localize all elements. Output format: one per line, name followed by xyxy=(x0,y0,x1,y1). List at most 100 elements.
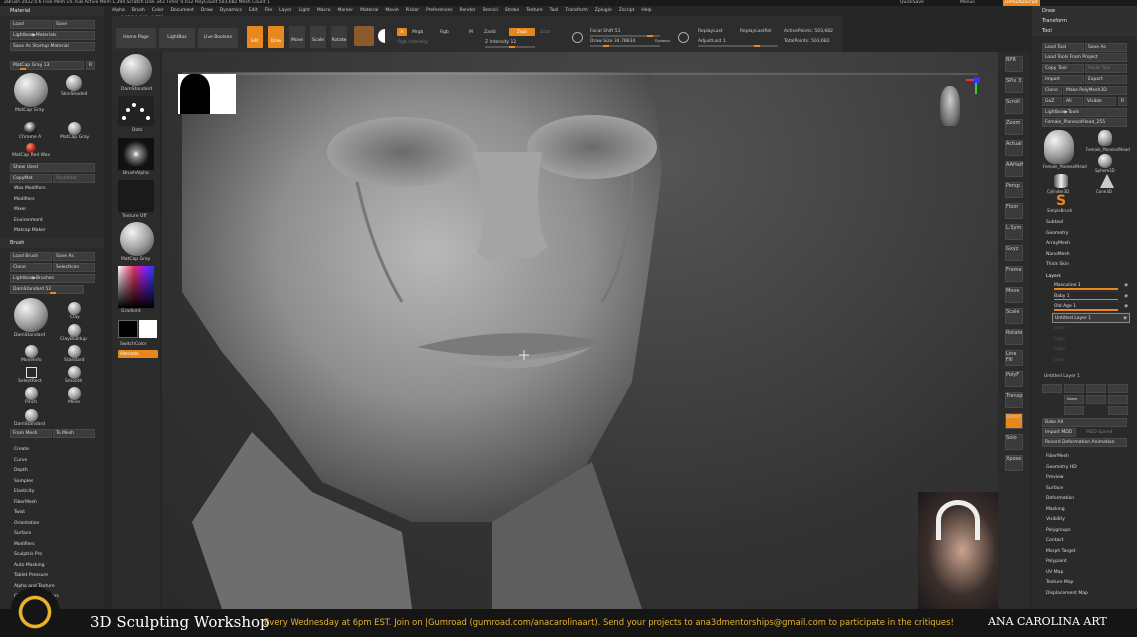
tool-clone-button[interactable]: Clone xyxy=(1042,86,1062,95)
menus-toggle[interactable]: Menus xyxy=(960,0,975,6)
tool-palette-header[interactable]: Tool xyxy=(1032,26,1137,36)
right-shelf-button-frame[interactable]: Frame xyxy=(1005,266,1023,282)
right-shelf-button-gxyz[interactable]: Gxyz xyxy=(1005,245,1023,261)
material-thumb-matcap-gray-2[interactable] xyxy=(68,122,81,135)
viewport-canvas[interactable] xyxy=(162,52,998,609)
layer-copy-button[interactable] xyxy=(1064,406,1084,415)
right-shelf-button-zoom[interactable]: Zoom xyxy=(1005,119,1023,135)
right-shelf-button-line-fill[interactable]: Line Fill xyxy=(1005,350,1023,366)
replay-icon[interactable] xyxy=(678,32,689,43)
move-button[interactable]: Move xyxy=(289,26,305,48)
focal-shift-slider[interactable]: Focal Shift 51 xyxy=(590,29,620,34)
tool-save-as-button[interactable]: Save As xyxy=(1085,43,1127,52)
brush-subpalette-item[interactable]: Tablet Pressure xyxy=(14,571,59,582)
adjust-last-slider[interactable]: AdjustLast 1 xyxy=(698,39,726,44)
tool-subpalette-item[interactable]: UV Map xyxy=(1046,568,1088,579)
brush-thumb-claybuildup[interactable] xyxy=(68,324,81,337)
brush-subpalette-item[interactable]: Elasticity xyxy=(14,487,59,498)
menu-brush[interactable]: Brush xyxy=(132,8,145,13)
save-startup-material-button[interactable]: Save As Startup Material xyxy=(10,42,95,51)
navigation-thumbnail[interactable] xyxy=(178,74,236,114)
menu-stencil[interactable]: Stencil xyxy=(483,8,498,13)
material-thumb-matcap-gray[interactable] xyxy=(14,73,48,107)
import-mdd-button[interactable]: Import MDD xyxy=(1042,428,1076,437)
brush-subpalette-item[interactable]: Create xyxy=(14,445,59,456)
draw-size-slider[interactable]: Draw Size 34.78834 xyxy=(590,39,635,44)
brush-alpha-icon[interactable] xyxy=(118,138,154,170)
tool-subpalette-item[interactable]: Contact xyxy=(1046,536,1088,547)
menu-render[interactable]: Render xyxy=(460,8,476,13)
load-brush-button[interactable]: Load Brush xyxy=(10,252,52,261)
a-toggle[interactable]: A xyxy=(397,28,407,36)
select-icon-button[interactable]: SelectIcon xyxy=(53,263,95,272)
z-intensity-slider[interactable]: Z Intensity 12 xyxy=(485,40,516,45)
right-shelf-button-actual[interactable]: Actual xyxy=(1005,140,1023,156)
material-shelf-thumb[interactable] xyxy=(120,222,154,256)
layer-name-button[interactable]: Name xyxy=(1064,395,1084,404)
lightbox-button[interactable]: LightBox xyxy=(159,28,195,48)
layer-delete-button[interactable] xyxy=(1108,384,1128,393)
menu-preferences[interactable]: Preferences xyxy=(426,8,452,13)
menu-help[interactable]: Help xyxy=(641,8,651,13)
right-shelf-button-l-sym[interactable]: L.Sym xyxy=(1005,224,1023,240)
copy-tool-button[interactable]: Copy Tool xyxy=(1042,64,1084,73)
brush-section-header[interactable]: Brush xyxy=(0,238,104,248)
menu-dynamics[interactable]: Dynamics xyxy=(220,8,242,13)
material-subpalette-item[interactable]: Environment xyxy=(14,216,46,227)
layer-eye-icon[interactable]: ◉ xyxy=(1124,302,1128,312)
focal-icon[interactable] xyxy=(572,32,583,43)
brush-thumb-clay[interactable] xyxy=(68,302,81,315)
menu-light[interactable]: Light xyxy=(299,8,310,13)
layer-eye-icon[interactable]: ◉ xyxy=(1124,292,1128,302)
material-subpalette-item[interactable]: Wax Modifiers xyxy=(14,184,46,195)
secondary-color-swatch[interactable] xyxy=(139,320,157,338)
right-shelf-button-floor[interactable]: Floor xyxy=(1005,203,1023,219)
layer-up-button[interactable] xyxy=(1086,384,1106,393)
right-shelf-button-xpose[interactable]: Xpose xyxy=(1005,455,1023,471)
material-thumb-skinshade[interactable] xyxy=(66,75,82,91)
menu-edit[interactable]: Edit xyxy=(249,8,258,13)
tool-slider[interactable]: Female_PlanesofHead_255 xyxy=(1042,118,1127,127)
layer-row[interactable]: Baby 1 ◉ xyxy=(1052,292,1130,302)
copy-mat-button[interactable]: CopyMat xyxy=(10,174,52,183)
texture-off-icon[interactable] xyxy=(118,180,154,212)
draw-palette-header[interactable]: Draw xyxy=(1032,6,1137,16)
lightbox-brushes-button[interactable]: Lightbox▶Brushes xyxy=(10,274,95,283)
brush-save-as-button[interactable]: Save As xyxy=(53,252,95,261)
zsub-toggle[interactable]: Zsub xyxy=(509,28,535,36)
visible-button[interactable]: Visible xyxy=(1084,97,1116,106)
to-mesh-button[interactable]: To Mesh xyxy=(53,429,95,438)
layer-down-button[interactable] xyxy=(1064,384,1084,393)
right-shelf-button-ghost[interactable]: Ghost xyxy=(1005,413,1023,429)
alternate-button[interactable]: Alternate xyxy=(118,350,158,358)
menu-document[interactable]: Document xyxy=(171,8,194,13)
material-subpalette-item[interactable]: Mixer xyxy=(14,205,46,216)
material-r-button[interactable]: R xyxy=(86,61,95,70)
layer-eye-icon[interactable]: ◉ xyxy=(1123,314,1127,324)
tool-subpalette-item[interactable]: Polypaint xyxy=(1046,557,1088,568)
material-thumb-chrome[interactable] xyxy=(24,122,37,135)
paste-mat-button[interactable]: PasteMat xyxy=(53,174,95,183)
material-preview-icon[interactable] xyxy=(354,26,374,46)
layer-add-button[interactable] xyxy=(1042,384,1062,393)
record-deformation-button[interactable]: Record Deformation Animation xyxy=(1042,438,1127,447)
brush-thumb-smooth[interactable] xyxy=(68,366,81,379)
draw-button[interactable]: Draw xyxy=(268,26,284,48)
bake-all-button[interactable]: Bake All xyxy=(1042,418,1127,427)
tool-subpalette-item[interactable]: Deformation xyxy=(1046,494,1088,505)
dynamic-toggle[interactable]: Dynamic xyxy=(655,39,670,43)
tool-subpalette-item[interactable]: NanoMesh xyxy=(1046,250,1070,261)
right-shelf-button-solo[interactable]: Solo xyxy=(1005,434,1023,450)
layer-row[interactable]: Masculine 1 ◉ xyxy=(1052,281,1130,292)
brush-thumb-move[interactable] xyxy=(68,387,81,400)
rgb-intensity-slider[interactable]: Rgb Intensity xyxy=(398,40,428,45)
brush-subpalette-item[interactable]: Auto Masking xyxy=(14,561,59,572)
load-tool-button[interactable]: Load Tool xyxy=(1042,43,1084,52)
color-picker[interactable] xyxy=(118,266,154,308)
brush-thumb-pinch[interactable] xyxy=(25,387,38,400)
brush-subpalette-item[interactable]: Twist xyxy=(14,508,59,519)
brush-thumb-selectrect[interactable] xyxy=(26,367,37,378)
tool-thumb-female-head-2[interactable] xyxy=(1098,130,1112,146)
tool-subpalette-item[interactable]: Geometry HD xyxy=(1046,463,1088,474)
material-subpalette-item[interactable]: Matcap Maker xyxy=(14,226,46,237)
